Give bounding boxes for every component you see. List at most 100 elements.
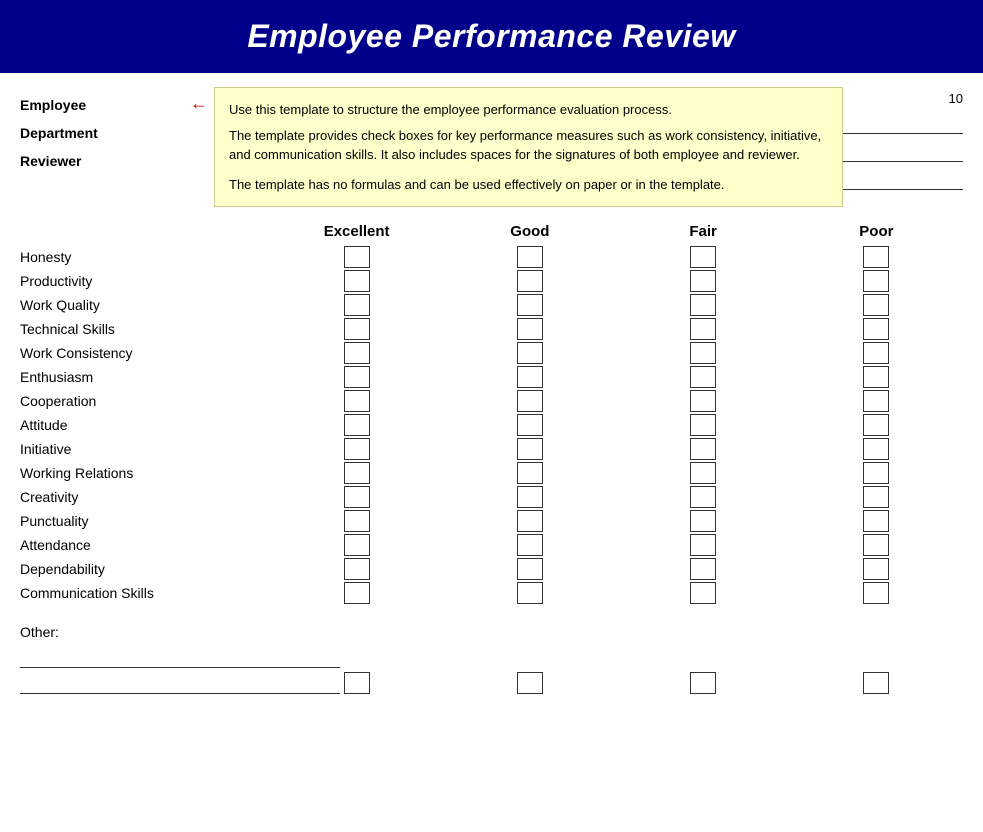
other-label: Other: [20, 624, 963, 640]
checkbox-good[interactable] [517, 438, 543, 460]
checkbox-cell-poor [836, 342, 916, 364]
criteria-name: Enthusiasm [20, 366, 270, 388]
checkbox-poor[interactable] [863, 318, 889, 340]
checkbox-good[interactable] [517, 510, 543, 532]
criteria-name: Creativity [20, 486, 270, 508]
checkbox-cell-fair [663, 534, 743, 556]
content-area: Employee Department Reviewer ← Use this … [0, 73, 983, 714]
checkbox-poor[interactable] [863, 366, 889, 388]
other-cb-poor[interactable] [863, 672, 889, 694]
checkbox-cell-excellent [317, 462, 397, 484]
other-cb-good[interactable] [517, 672, 543, 694]
checkbox-excellent[interactable] [344, 270, 370, 292]
checkbox-excellent[interactable] [344, 294, 370, 316]
checkbox-excellent[interactable] [344, 342, 370, 364]
checkbox-excellent[interactable] [344, 534, 370, 556]
checkbox-good[interactable] [517, 414, 543, 436]
checkbox-good[interactable] [517, 534, 543, 556]
other-cb-fair[interactable] [690, 672, 716, 694]
checkbox-cell-poor [836, 318, 916, 340]
checkbox-excellent[interactable] [344, 318, 370, 340]
criteria-name: Initiative [20, 438, 270, 460]
checkbox-poor[interactable] [863, 558, 889, 580]
checkbox-cell-fair [663, 342, 743, 364]
checkbox-good[interactable] [517, 582, 543, 604]
checkbox-poor[interactable] [863, 390, 889, 412]
field-lines-right [843, 114, 963, 190]
criteria-name: Working Relations [20, 462, 270, 484]
page-wrapper: Employee Performance Review Employee Dep… [0, 0, 983, 832]
checkbox-poor[interactable] [863, 270, 889, 292]
checkbox-fair[interactable] [690, 270, 716, 292]
checkbox-fair[interactable] [690, 582, 716, 604]
checkbox-good[interactable] [517, 462, 543, 484]
checkbox-excellent[interactable] [344, 486, 370, 508]
checkbox-cell-fair [663, 558, 743, 580]
checkbox-fair[interactable] [690, 318, 716, 340]
checkbox-poor[interactable] [863, 510, 889, 532]
checkbox-fair[interactable] [690, 486, 716, 508]
checkbox-cell-good [490, 318, 570, 340]
checkbox-excellent[interactable] [344, 390, 370, 412]
checkbox-good[interactable] [517, 366, 543, 388]
checkboxes-row [270, 462, 963, 484]
checkbox-poor[interactable] [863, 462, 889, 484]
checkbox-fair[interactable] [690, 462, 716, 484]
table-row: Attitude [20, 414, 963, 436]
checkbox-fair[interactable] [690, 510, 716, 532]
checkbox-excellent[interactable] [344, 438, 370, 460]
checkbox-poor[interactable] [863, 438, 889, 460]
checkbox-fair[interactable] [690, 294, 716, 316]
checkbox-poor[interactable] [863, 294, 889, 316]
table-row: Enthusiasm [20, 366, 963, 388]
checkbox-excellent[interactable] [344, 414, 370, 436]
checkbox-poor[interactable] [863, 534, 889, 556]
field-line-3[interactable] [843, 170, 963, 190]
other-line-1[interactable] [20, 648, 340, 668]
table-row: Creativity [20, 486, 963, 508]
checkbox-fair[interactable] [690, 534, 716, 556]
checkbox-good[interactable] [517, 558, 543, 580]
checkbox-fair[interactable] [690, 342, 716, 364]
checkbox-poor[interactable] [863, 414, 889, 436]
checkbox-cell-good [490, 366, 570, 388]
checkbox-excellent[interactable] [344, 246, 370, 268]
checkbox-excellent[interactable] [344, 558, 370, 580]
checkbox-good[interactable] [517, 486, 543, 508]
checkbox-fair[interactable] [690, 390, 716, 412]
checkbox-good[interactable] [517, 246, 543, 268]
checkbox-poor[interactable] [863, 246, 889, 268]
checkbox-excellent[interactable] [344, 366, 370, 388]
checkbox-good[interactable] [517, 318, 543, 340]
checkbox-poor[interactable] [863, 342, 889, 364]
checkbox-poor[interactable] [863, 582, 889, 604]
checkbox-cell-good [490, 534, 570, 556]
checkbox-fair[interactable] [690, 438, 716, 460]
criteria-name: Communication Skills [20, 582, 270, 604]
checkbox-good[interactable] [517, 294, 543, 316]
checkbox-excellent[interactable] [344, 462, 370, 484]
tooltip-text-3: The template has no formulas and can be … [229, 175, 828, 195]
checkbox-cell-good [490, 438, 570, 460]
checkbox-poor[interactable] [863, 486, 889, 508]
checkbox-excellent[interactable] [344, 582, 370, 604]
field-line-1[interactable] [843, 114, 963, 134]
other-cb-excellent[interactable] [344, 672, 370, 694]
checkbox-cell-fair [663, 510, 743, 532]
checkbox-good[interactable] [517, 342, 543, 364]
field-line-2[interactable] [843, 142, 963, 162]
checkbox-fair[interactable] [690, 414, 716, 436]
checkbox-fair[interactable] [690, 366, 716, 388]
checkbox-cell-excellent [317, 414, 397, 436]
checkbox-cell-poor [836, 414, 916, 436]
criteria-name: Work Consistency [20, 342, 270, 364]
checkbox-good[interactable] [517, 390, 543, 412]
checkbox-fair[interactable] [690, 558, 716, 580]
checkbox-fair[interactable] [690, 246, 716, 268]
other-checkbox-good [490, 672, 570, 694]
checkbox-cell-good [490, 582, 570, 604]
checkbox-cell-excellent [317, 366, 397, 388]
checkbox-cell-fair [663, 486, 743, 508]
checkbox-excellent[interactable] [344, 510, 370, 532]
checkbox-good[interactable] [517, 270, 543, 292]
